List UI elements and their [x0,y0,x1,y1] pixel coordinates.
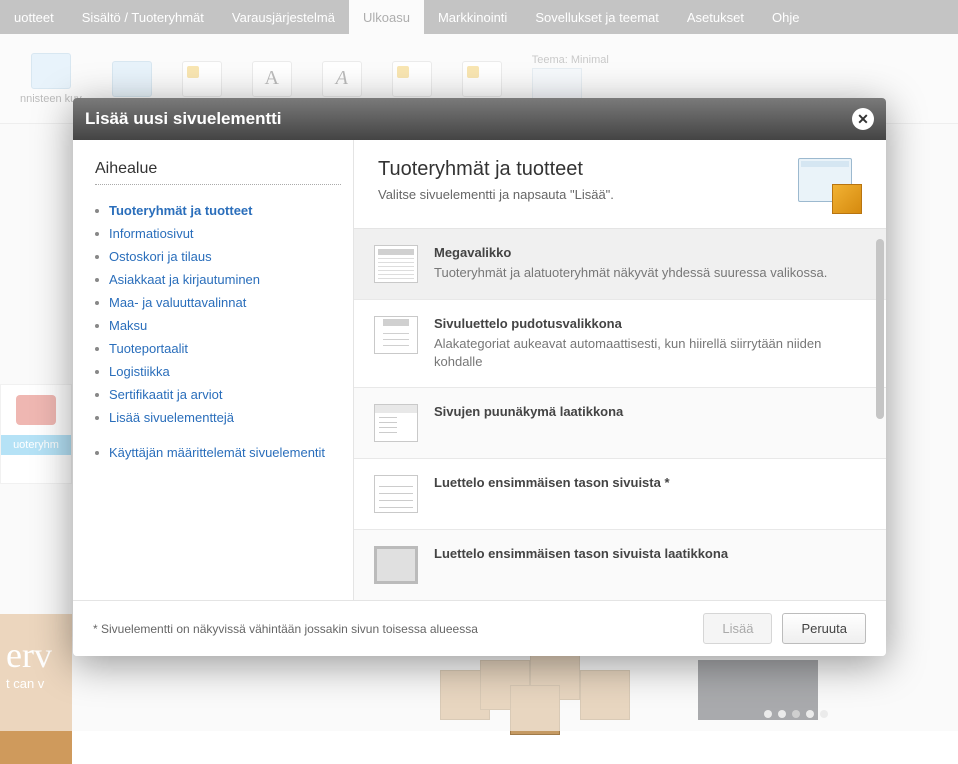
box-icon [374,546,418,584]
cat-products[interactable]: Tuoteryhmät ja tuotteet [109,203,253,218]
tree-icon [374,404,418,442]
dropdown-icon [374,316,418,354]
cancel-button[interactable]: Peruuta [782,613,866,644]
element-list[interactable]: Megavalikko Tuoteryhmät ja alatuoteryhmä… [354,229,886,600]
main-panel: Tuoteryhmät ja tuotteet Valitse sivuelem… [353,140,886,600]
cat-country-currency[interactable]: Maa- ja valuuttavalinnat [109,295,246,310]
element-title: Luettelo ensimmäisen tason sivuista laat… [434,546,728,561]
cat-portals[interactable]: Tuoteportaalit [109,341,188,356]
element-desc: Tuoteryhmät ja alatuoteryhmät näkyvät yh… [434,264,827,282]
category-list: Tuoteryhmät ja tuotteet Informatiosivut … [95,199,341,429]
element-desc: Alakategoriat aukeavat automaattisesti, … [434,335,866,371]
sidebar-heading: Aihealue [95,160,341,178]
category-sidebar: Aihealue Tuoteryhmät ja tuotteet Informa… [73,140,353,600]
scrollbar[interactable] [876,239,884,419]
category-icon [798,158,862,214]
close-button[interactable]: ✕ [852,108,874,130]
cat-more-elements[interactable]: Lisää sivuelementtejä [109,410,234,425]
element-first-level-list[interactable]: Luettelo ensimmäisen tason sivuista * [354,459,886,530]
add-button[interactable]: Lisää [703,613,772,644]
cat-info-pages[interactable]: Informatiosivut [109,226,194,241]
main-head: Tuoteryhmät ja tuotteet Valitse sivuelem… [354,140,886,229]
cat-customers[interactable]: Asiakkaat ja kirjautuminen [109,272,260,287]
element-megamenu[interactable]: Megavalikko Tuoteryhmät ja alatuoteryhmä… [354,229,886,300]
modal-header: Lisää uusi sivuelementti ✕ [73,98,886,140]
megamenu-icon [374,245,418,283]
category-list-extra: Käyttäjän määrittelemät sivuelementit [95,441,341,464]
cat-user-defined[interactable]: Käyttäjän määrittelemät sivuelementit [109,445,325,460]
modal-title: Lisää uusi sivuelementti [85,109,282,129]
element-tree-box[interactable]: Sivujen puunäkymä laatikkona [354,388,886,459]
list-icon [374,475,418,513]
cat-cart[interactable]: Ostoskori ja tilaus [109,249,212,264]
modal-footer: * Sivuelementti on näkyvissä vähintään j… [73,600,886,656]
cat-certificates[interactable]: Sertifikaatit ja arviot [109,387,222,402]
cat-payment[interactable]: Maksu [109,318,147,333]
main-title: Tuoteryhmät ja tuotteet [378,158,614,181]
element-first-level-box[interactable]: Luettelo ensimmäisen tason sivuista laat… [354,530,886,600]
cat-logistics[interactable]: Logistiikka [109,364,170,379]
element-title: Sivuluettelo pudotusvalikkona [434,316,866,331]
element-title: Luettelo ensimmäisen tason sivuista * [434,475,670,490]
element-title: Megavalikko [434,245,827,260]
add-element-modal: Lisää uusi sivuelementti ✕ Aihealue Tuot… [73,98,886,656]
element-title: Sivujen puunäkymä laatikkona [434,404,623,419]
element-dropdown-list[interactable]: Sivuluettelo pudotusvalikkona Alakategor… [354,300,886,388]
main-subtitle: Valitse sivuelementti ja napsauta "Lisää… [378,187,614,202]
footnote: * Sivuelementti on näkyvissä vähintään j… [93,622,478,636]
